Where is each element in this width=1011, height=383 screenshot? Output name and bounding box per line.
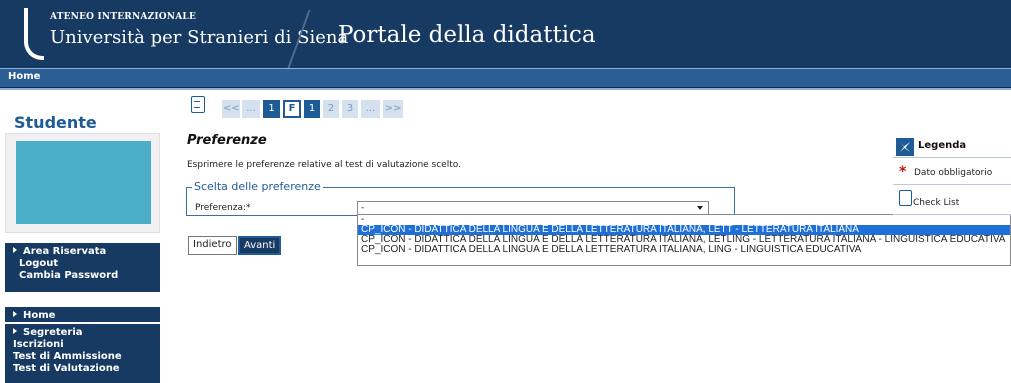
pager-next[interactable]: >> [383, 100, 403, 118]
next-button[interactable]: Avanti [238, 236, 282, 255]
sidebar-item-area-riservata[interactable]: Area Riservata [5, 245, 160, 258]
legend-required-text: Dato obbligatorio [914, 168, 993, 178]
site-header: ATENEO INTERNAZIONALE Università per Str… [0, 0, 1011, 68]
pager-page-3[interactable]: 3 [342, 100, 358, 118]
avatar-frame [5, 133, 160, 233]
legend-divider [893, 157, 1011, 158]
required-star-icon: * [899, 164, 907, 180]
home-menu: Home [5, 307, 160, 322]
checklist-icon [899, 190, 912, 206]
dropdown-option-highlighted[interactable]: CP_ICON - DIDATTICA DELLA LINGUA E DELLA… [358, 225, 1010, 235]
legend-title: Legenda [918, 140, 967, 151]
pager-first[interactable]: 1 [263, 100, 280, 118]
sidebar-item-test-ammissione[interactable]: Test di Ammissione [5, 351, 160, 363]
page-description: Esprimere le preferenze relative al test… [187, 160, 461, 170]
sidebar-item-cambia-password[interactable]: Cambia Password [5, 270, 160, 282]
caret-right-icon [13, 328, 17, 334]
avatar [16, 141, 151, 224]
pager-prev[interactable]: << [222, 100, 240, 118]
legend-divider [893, 214, 1011, 215]
university-name: Università per Stranieri di Siena [50, 27, 349, 48]
area-riservata-menu: Area Riservata Logout Cambia Password [5, 243, 160, 292]
sidebar-title: Studente [14, 113, 97, 132]
preference-label: Preferenza:* [195, 203, 251, 213]
pager-page-2[interactable]: 2 [323, 100, 339, 118]
breadcrumb-divider [0, 88, 1011, 90]
preference-select[interactable]: - [357, 201, 709, 215]
pager-ellipsis-left: ... [242, 100, 260, 118]
legend-icon [896, 138, 914, 156]
page-title: Preferenze [187, 133, 267, 148]
sidebar-item-test-valutazione[interactable]: Test di Valutazione [5, 363, 160, 375]
sidebar-item-iscrizioni[interactable]: Iscrizioni [5, 339, 160, 351]
sidebar-item-label: Home [23, 310, 56, 321]
breadcrumb: Home [0, 68, 1011, 88]
dropdown-option[interactable]: CP_ICON - DIDATTICA DELLA LINGUA E DELLA… [358, 235, 1010, 245]
segreteria-menu: Segreteria Iscrizioni Test di Ammissione… [5, 324, 160, 383]
checklist-icon[interactable] [191, 96, 205, 113]
back-button[interactable]: Indietro [188, 236, 237, 255]
preference-dropdown-list: - CP_ICON - DIDATTICA DELLA LINGUA E DEL… [357, 214, 1011, 266]
fieldset-legend: Scelta delle preferenze [192, 180, 323, 193]
chevron-down-icon [697, 206, 703, 210]
breadcrumb-home-link[interactable]: Home [8, 71, 40, 82]
sidebar-item-label: Segreteria [23, 327, 83, 338]
pager-current[interactable]: F [283, 100, 301, 118]
caret-right-icon [13, 247, 17, 253]
sidebar-item-logout[interactable]: Logout [5, 258, 160, 270]
pager-page-1[interactable]: 1 [304, 100, 320, 118]
legend-checklist-link[interactable]: Check List [913, 198, 959, 208]
portal-title: Portale della didattica [338, 22, 596, 48]
caret-right-icon [13, 311, 17, 317]
select-value: - [361, 203, 365, 213]
logo-icon [24, 8, 44, 60]
sidebar-item-label: Area Riservata [23, 246, 107, 257]
dropdown-option[interactable]: CP_ICON - DIDATTICA DELLA LINGUA E DELLA… [358, 245, 1010, 255]
sidebar-item-home[interactable]: Home [5, 309, 160, 322]
dropdown-option[interactable]: - [358, 215, 1010, 225]
pager-ellipsis-right: ... [361, 100, 380, 118]
sidebar-item-segreteria[interactable]: Segreteria [5, 326, 160, 339]
ateneo-label: ATENEO INTERNAZIONALE [50, 12, 197, 22]
legend-divider [893, 184, 1011, 185]
